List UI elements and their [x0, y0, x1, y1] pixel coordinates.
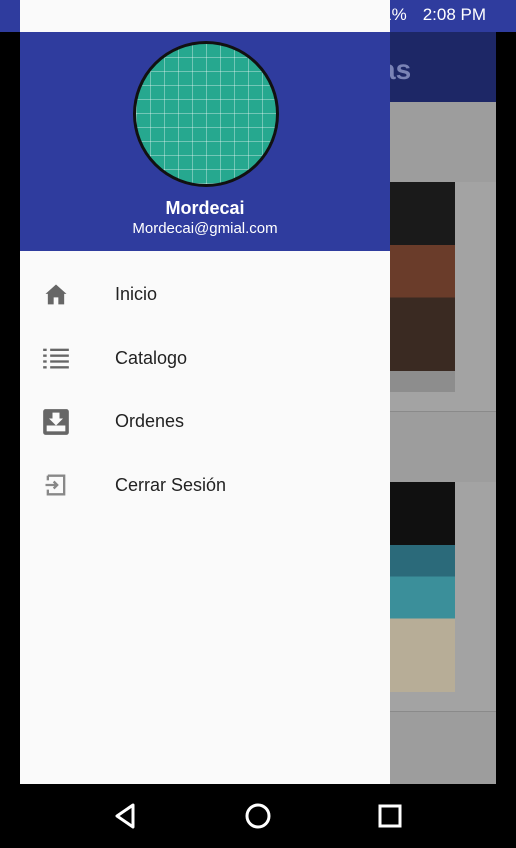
- menu-item-label: Inicio: [115, 284, 158, 305]
- phone-screen: as 2G LTE 41% 2:08 PM Mordecai Mordecai@…: [0, 0, 516, 848]
- recents-icon[interactable]: [375, 801, 405, 831]
- menu-item-label: Ordenes: [115, 411, 185, 432]
- clock: 2:08 PM: [422, 5, 486, 24]
- menu-item-catalogo[interactable]: Catalogo: [20, 327, 390, 391]
- menu-item-ordenes[interactable]: Ordenes: [20, 390, 390, 454]
- list-icon: [43, 348, 69, 369]
- menu-item-label: Cerrar Sesión: [115, 474, 227, 495]
- home-circle-icon[interactable]: [243, 801, 273, 831]
- menu-item-label: Catalogo: [115, 347, 188, 368]
- home-icon: [45, 284, 67, 305]
- logout-icon: [45, 474, 66, 496]
- navigation-drawer: Mordecai Mordecai@gmial.com Inicio Catal…: [20, 0, 390, 784]
- back-icon[interactable]: [111, 801, 141, 831]
- download-box-icon: [43, 408, 69, 435]
- avatar[interactable]: [133, 41, 279, 187]
- drawer-menu: Inicio Catalogo Ordenes Cerrar Sesión: [20, 263, 390, 517]
- drawer-header: Mordecai Mordecai@gmial.com: [20, 32, 390, 251]
- user-email: Mordecai@gmial.com: [132, 220, 278, 237]
- user-name: Mordecai: [165, 198, 245, 218]
- menu-item-cerrar-sesion[interactable]: Cerrar Sesión: [20, 454, 390, 518]
- menu-item-inicio[interactable]: Inicio: [20, 263, 390, 327]
- system-nav-bar: [0, 784, 516, 848]
